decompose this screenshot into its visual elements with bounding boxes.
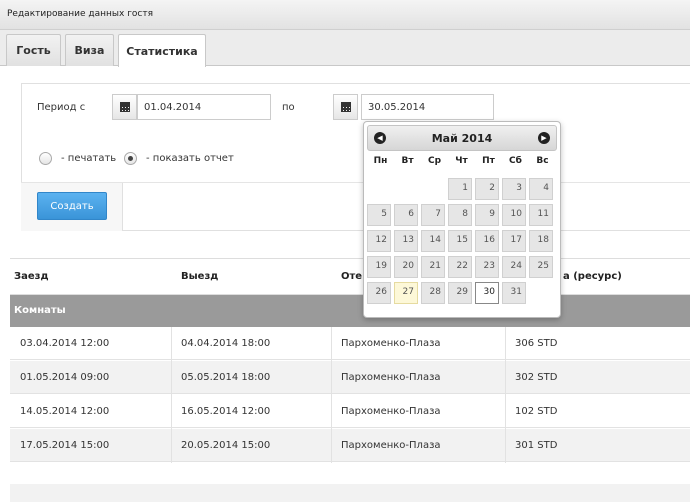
table-row[interactable]: 01.05.2014 09:00 05.05.2014 18:00 Пархом… xyxy=(10,361,690,394)
column-divider xyxy=(171,327,172,463)
datepicker-day[interactable]: 9 xyxy=(475,204,499,226)
cell-checkout: 05.05.2014 18:00 xyxy=(181,372,271,383)
datepicker-blank xyxy=(394,178,418,200)
cell-checkout: 04.04.2014 18:00 xyxy=(181,338,271,349)
column-divider xyxy=(331,327,332,463)
cell-room: 302 STD xyxy=(515,372,558,383)
cell-checkout: 16.05.2014 12:00 xyxy=(181,406,271,417)
cell-room: 306 STD xyxy=(515,338,558,349)
datepicker-day[interactable]: 23 xyxy=(475,256,499,278)
date-to-input[interactable] xyxy=(361,94,494,120)
datepicker-day[interactable]: 25 xyxy=(529,256,553,278)
radio-print-label: - печатать xyxy=(61,153,117,164)
weekday-label: Вс xyxy=(536,156,549,166)
table-row[interactable]: 03.04.2014 12:00 04.04.2014 18:00 Пархом… xyxy=(10,327,690,360)
cell-room: 301 STD xyxy=(515,440,558,451)
datepicker-header: ◀ Май 2014 ▶ xyxy=(367,125,557,151)
cell-hotel: Пархоменко-Плаза xyxy=(341,372,441,383)
datepicker-day[interactable]: 3 xyxy=(502,178,526,200)
datepicker-day[interactable]: 27 xyxy=(394,282,418,304)
weekday-label: Пт xyxy=(482,156,495,166)
datepicker-day[interactable]: 11 xyxy=(529,204,553,226)
datepicker-day[interactable]: 12 xyxy=(367,230,391,252)
cell-room: 102 STD xyxy=(515,406,558,417)
datepicker-blank xyxy=(421,178,445,200)
weekday-label: Сб xyxy=(509,156,522,166)
datepicker-day[interactable]: 13 xyxy=(394,230,418,252)
column-header-checkout[interactable]: Выезд xyxy=(181,271,218,282)
tab-visa[interactable]: Виза xyxy=(65,34,114,66)
datepicker-day[interactable]: 7 xyxy=(421,204,445,226)
datepicker-day[interactable]: 24 xyxy=(502,256,526,278)
weekday-label: Чт xyxy=(455,156,468,166)
datepicker-day[interactable]: 19 xyxy=(367,256,391,278)
table-header: Заезд Выезд Оте а (ресурс) xyxy=(10,258,690,295)
datepicker-popup: ◀ Май 2014 ▶ Пн Вт Ср Чт Пт Сб Вс 1 2 3 4 5 6 7 8 9 10 1… xyxy=(363,121,561,318)
cell-checkin: 03.04.2014 12:00 xyxy=(20,338,110,349)
datepicker-day[interactable]: 22 xyxy=(448,256,472,278)
period-from-label: Период с xyxy=(37,102,86,113)
datepicker-month-title: Май 2014 xyxy=(431,132,493,145)
datepicker-day[interactable]: 4 xyxy=(529,178,553,200)
create-button[interactable]: Создать xyxy=(37,192,107,220)
datepicker-blank xyxy=(367,178,391,200)
column-header-room[interactable]: а (ресурс) xyxy=(563,271,622,282)
tab-guest[interactable]: Гость xyxy=(6,34,61,66)
datepicker-day[interactable]: 1 xyxy=(448,178,472,200)
weekday-label: Ср xyxy=(427,156,442,166)
column-header-hotel[interactable]: Оте xyxy=(341,271,362,282)
table-row[interactable]: 17.05.2014 15:00 20.05.2014 15:00 Пархом… xyxy=(10,429,690,462)
tab-strip: Гость Виза Статистика xyxy=(0,30,690,67)
datepicker-day[interactable]: 29 xyxy=(448,282,472,304)
datepicker-day[interactable]: 18 xyxy=(529,230,553,252)
window-title-bar: Редактирование данных гостя xyxy=(0,0,690,30)
table-row[interactable]: 14.05.2014 12:00 16.05.2014 12:00 Пархом… xyxy=(10,395,690,428)
calendar-icon xyxy=(340,102,351,112)
datepicker-day[interactable]: 8 xyxy=(448,204,472,226)
group-row-rooms: Комнаты xyxy=(10,295,690,327)
column-header-checkin[interactable]: Заезд xyxy=(14,271,49,282)
window-title: Редактирование данных гостя xyxy=(7,9,154,19)
radio-print[interactable] xyxy=(39,152,52,165)
cell-checkin: 17.05.2014 15:00 xyxy=(20,440,110,451)
column-divider xyxy=(505,327,506,463)
datepicker-day[interactable]: 2 xyxy=(475,178,499,200)
weekday-label: Пн xyxy=(373,156,388,166)
cell-hotel: Пархоменко-Плаза xyxy=(341,406,441,417)
calendar-icon xyxy=(119,102,130,112)
datepicker-day[interactable]: 31 xyxy=(502,282,526,304)
datepicker-day[interactable]: 21 xyxy=(421,256,445,278)
cell-hotel: Пархоменко-Плаза xyxy=(341,338,441,349)
cell-checkin: 01.05.2014 09:00 xyxy=(20,372,110,383)
weekday-label: Вт xyxy=(401,156,414,166)
datepicker-day[interactable]: 26 xyxy=(367,282,391,304)
cell-checkin: 14.05.2014 12:00 xyxy=(20,406,110,417)
date-from-input[interactable] xyxy=(137,94,271,120)
date-from-calendar-button[interactable] xyxy=(112,94,137,120)
period-to-label: по xyxy=(282,102,295,113)
chevron-right-icon[interactable]: ▶ xyxy=(538,132,550,144)
datepicker-day[interactable]: 20 xyxy=(394,256,418,278)
datepicker-day[interactable]: 6 xyxy=(394,204,418,226)
tab-statistics[interactable]: Статистика xyxy=(118,34,206,67)
datepicker-day[interactable]: 15 xyxy=(448,230,472,252)
datepicker-day[interactable]: 10 xyxy=(502,204,526,226)
datepicker-day[interactable]: 5 xyxy=(367,204,391,226)
datepicker-day[interactable]: 17 xyxy=(502,230,526,252)
radio-show-report-label: - показать отчет xyxy=(146,153,234,164)
datepicker-day[interactable]: 28 xyxy=(421,282,445,304)
datepicker-days-grid: 1 2 3 4 5 6 7 8 9 10 11 12 13 14 15 16 17 18 19 20 21 22 23 24 2… xyxy=(367,178,556,308)
cell-hotel: Пархоменко-Плаза xyxy=(341,440,441,451)
radio-show-report[interactable] xyxy=(124,152,137,165)
table-footer xyxy=(10,484,690,502)
date-to-calendar-button[interactable] xyxy=(333,94,358,120)
datepicker-day[interactable]: 14 xyxy=(421,230,445,252)
cell-checkout: 20.05.2014 15:00 xyxy=(181,440,271,451)
datepicker-weekdays: Пн Вт Ср Чт Пт Сб Вс xyxy=(367,156,557,178)
datepicker-day[interactable]: 16 xyxy=(475,230,499,252)
datepicker-day[interactable]: 30 xyxy=(475,282,499,304)
